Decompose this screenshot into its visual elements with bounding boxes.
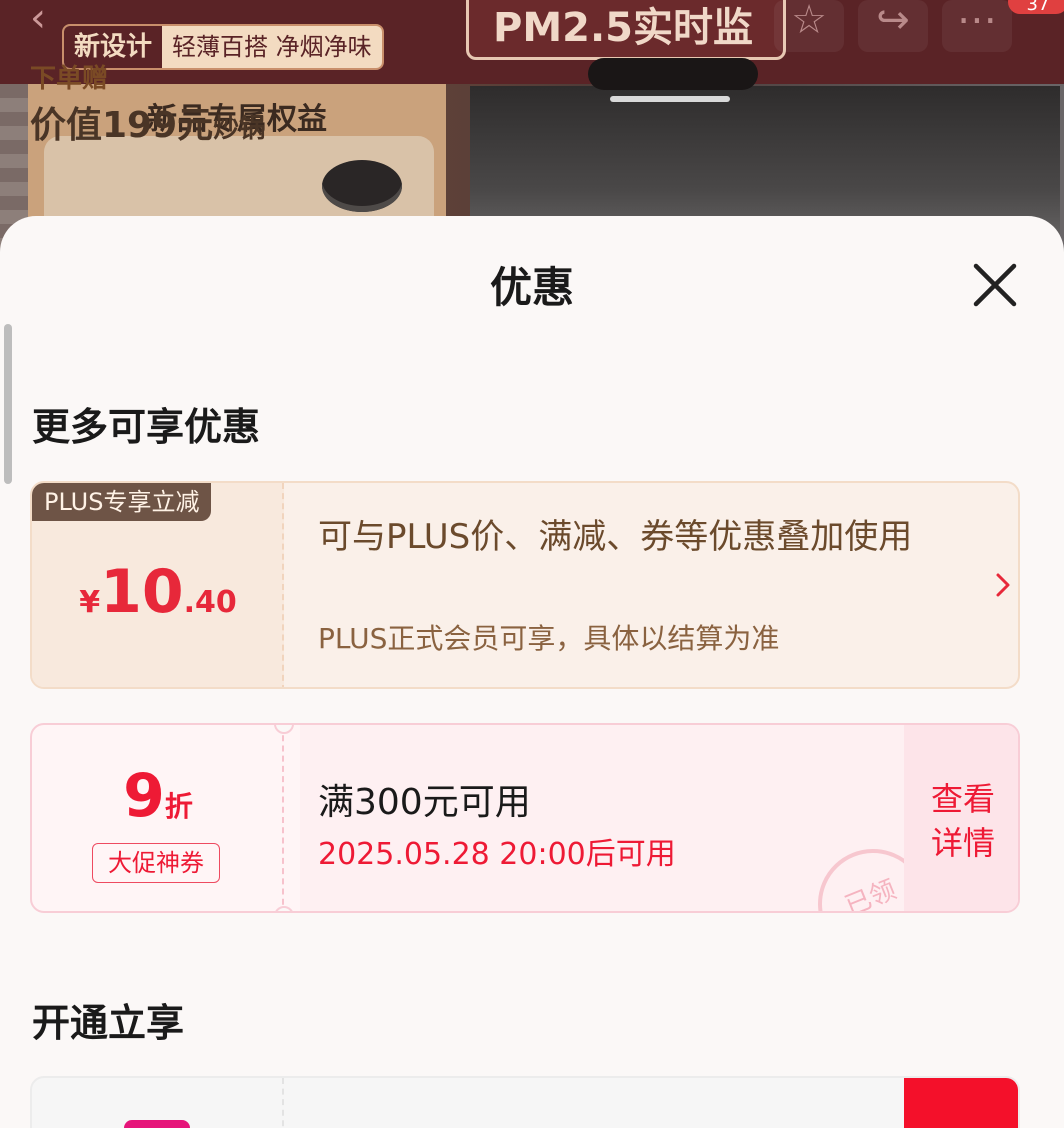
cart-count-badge: 37 <box>1008 0 1064 15</box>
coupon-valid-time: 2025.05.28 20:00后可用 <box>318 837 676 872</box>
section-title-more-offers: 更多可享优惠 <box>32 405 261 449</box>
coupon-value: 9折 <box>32 761 284 831</box>
more-icon: ⋯ <box>942 0 1012 52</box>
back-icon: ‹ <box>30 0 46 41</box>
scrollbar[interactable] <box>4 324 12 484</box>
plus-offer-card[interactable]: PLUS专享立减 ¥10.40 可与PLUS价、满减、券等优惠叠加使用 PLUS… <box>30 481 1020 689</box>
background-promo-line1: 下单赠 <box>30 64 109 94</box>
coupon-type-badge: 大促神券 <box>92 843 220 883</box>
view-details-button[interactable]: 查看 详情 <box>904 725 1018 911</box>
background-promo-item: 炒锅 <box>213 114 266 144</box>
plus-offer-description: 可与PLUS价、满减、券等优惠叠加使用 <box>318 517 913 557</box>
sheet-title: 优惠 <box>489 263 574 312</box>
coupon-condition: 满300元可用 <box>318 782 531 823</box>
close-icon[interactable] <box>966 256 1024 314</box>
view-details-label: 查看 详情 <box>904 777 1018 865</box>
favorite-star-icon: ☆ <box>774 0 844 52</box>
section-title-open-now: 开通立享 <box>32 1001 185 1045</box>
view-details-line1: 查看 <box>930 780 995 818</box>
range-hood-display <box>588 58 758 90</box>
background-promo-value: 价值199元 <box>30 105 214 146</box>
plus-amount-integer: 10 <box>100 557 184 627</box>
plus-offer-amount-panel: PLUS专享立减 ¥10.40 <box>32 483 284 687</box>
membership-offer-card[interactable] <box>30 1076 1020 1128</box>
offers-bottom-sheet: 优惠 更多可享优惠 PLUS专享立减 ¥10.40 可与PLUS价、满减、券等优… <box>0 216 1064 1128</box>
coupon-value-panel: 9折 大促神券 <box>32 725 284 911</box>
coupon-discount: 9 <box>123 761 165 831</box>
range-hood-light <box>610 96 730 102</box>
background-tag-sub: 轻薄百搭 净烟净味 <box>172 33 372 61</box>
chevron-right-icon[interactable] <box>992 567 1016 603</box>
coupon-discount-unit: 折 <box>164 790 193 823</box>
background-feature-tag: 新设计 轻薄百搭 净烟净味 <box>62 24 384 70</box>
currency-symbol: ¥ <box>79 585 101 620</box>
background-headline: PM2.5实时监 <box>466 0 786 60</box>
share-icon: ↪ <box>858 0 928 52</box>
membership-logo-icon <box>124 1120 190 1128</box>
plus-offer-amount: ¥10.40 <box>32 557 284 627</box>
plus-amount-decimal: .40 <box>183 585 237 620</box>
membership-open-button[interactable] <box>904 1078 1018 1128</box>
wok-image <box>322 160 402 212</box>
coupon-notch-bottom <box>274 906 294 911</box>
coupon-card[interactable]: 9折 大促神券 满300元可用 2025.05.28 20:00后可用 已领 查… <box>30 723 1020 913</box>
plus-offer-note: PLUS正式会员可享，具体以结算为准 <box>318 622 780 655</box>
background-promo-line2: 价值199元炒锅 <box>30 96 265 148</box>
plus-offer-tag: PLUS专享立减 <box>32 483 212 521</box>
view-details-line2: 详情 <box>930 824 995 862</box>
membership-offer-left-panel <box>32 1078 284 1128</box>
